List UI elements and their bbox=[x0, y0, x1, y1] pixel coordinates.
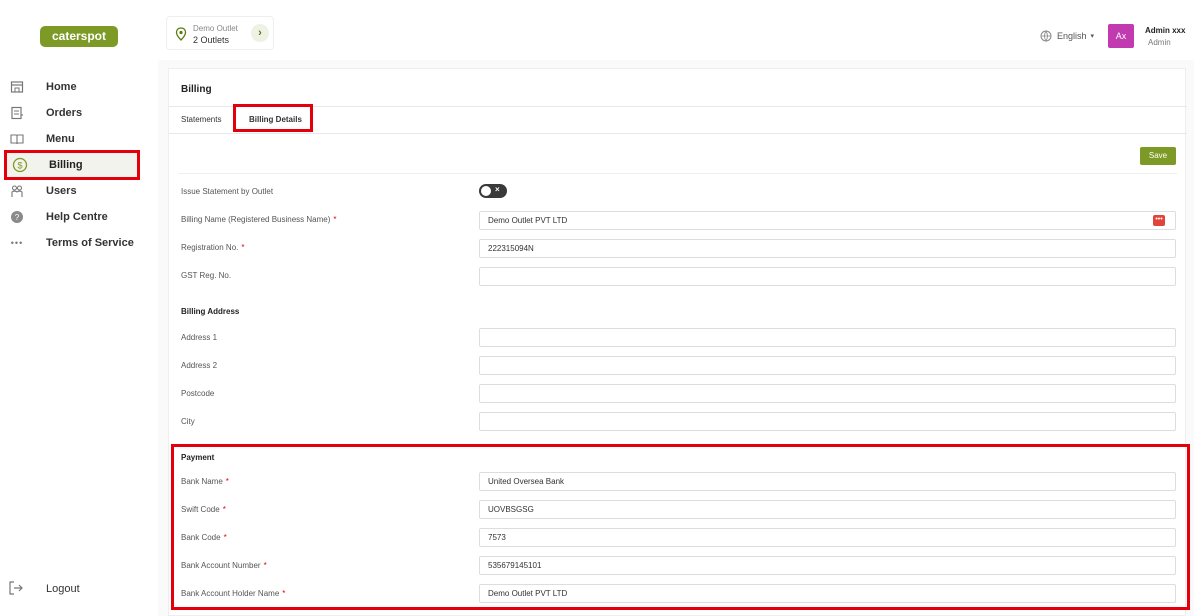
gst-reg-no-label: GST Reg. No. bbox=[181, 271, 232, 280]
dollar-icon: $ bbox=[11, 156, 29, 174]
city-label: City bbox=[181, 417, 195, 426]
help-icon: ? bbox=[8, 208, 26, 226]
address1-field[interactable] bbox=[479, 328, 1176, 347]
user-name: Admin xxx bbox=[1145, 26, 1186, 35]
store-icon bbox=[8, 78, 26, 96]
registration-no-field[interactable]: 222315094N bbox=[479, 239, 1176, 258]
sidebar-item-billing[interactable]: $ Billing bbox=[4, 150, 140, 180]
sidebar-item-help-centre[interactable]: ? Help Centre bbox=[4, 204, 140, 230]
location-pin-icon bbox=[175, 27, 187, 41]
divider bbox=[169, 106, 1187, 107]
tab-statements[interactable]: Statements bbox=[181, 115, 221, 124]
registration-no-label: Registration No. * bbox=[181, 243, 245, 252]
billing-address-title: Billing Address bbox=[181, 307, 240, 316]
svg-text:?: ? bbox=[15, 213, 20, 222]
billing-name-label: Billing Name (Registered Business Name) * bbox=[181, 215, 337, 224]
chevron-right-icon[interactable]: › bbox=[251, 24, 269, 42]
sidebar-item-label: Orders bbox=[46, 107, 83, 119]
sidebar-item-label: Terms of Service bbox=[46, 237, 134, 249]
logout-label: Logout bbox=[46, 583, 80, 595]
more-icon[interactable]: ••• bbox=[1153, 215, 1165, 226]
avatar[interactable]: Ax bbox=[1108, 24, 1134, 48]
globe-icon bbox=[1040, 30, 1052, 42]
sidebar-item-terms[interactable]: ••• Terms of Service bbox=[4, 230, 140, 256]
caret-down-icon: ▾ bbox=[1090, 33, 1095, 40]
user-role: Admin bbox=[1148, 38, 1171, 47]
save-button[interactable]: Save bbox=[1140, 147, 1176, 165]
receipt-icon bbox=[8, 104, 26, 122]
city-field[interactable] bbox=[479, 412, 1176, 431]
postcode-field[interactable] bbox=[479, 384, 1176, 403]
outlet-selector[interactable]: Demo Outlet 2 Outlets › bbox=[166, 16, 274, 50]
caterspot-logo[interactable]: caterspot bbox=[40, 26, 118, 47]
close-icon: × bbox=[495, 185, 500, 194]
billing-name-field[interactable]: Demo Outlet PVT LTD ••• bbox=[479, 211, 1176, 230]
divider bbox=[179, 173, 1177, 174]
page-title: Billing bbox=[181, 84, 212, 95]
language-selector[interactable]: English ▾ bbox=[1040, 30, 1094, 42]
svg-text:$: $ bbox=[17, 161, 22, 171]
address2-label: Address 2 bbox=[181, 361, 218, 370]
language-label: English bbox=[1057, 31, 1087, 41]
divider bbox=[169, 133, 1187, 134]
logout-icon bbox=[8, 580, 26, 598]
outlet-count: 2 Outlets bbox=[193, 35, 230, 45]
sidebar-item-label: Billing bbox=[49, 159, 83, 171]
sidebar-item-menu[interactable]: Menu bbox=[4, 126, 140, 152]
payment-highlight-outline bbox=[171, 444, 1190, 610]
sidebar-item-label: Users bbox=[46, 185, 77, 197]
outlet-name: Demo Outlet bbox=[193, 24, 238, 33]
address2-field[interactable] bbox=[479, 356, 1176, 375]
issue-statement-toggle[interactable]: × bbox=[479, 184, 507, 198]
users-icon bbox=[8, 182, 26, 200]
tab-billing-details[interactable]: Billing Details bbox=[249, 115, 302, 124]
sidebar-item-users[interactable]: Users bbox=[4, 178, 140, 204]
toggle-knob bbox=[481, 186, 491, 196]
dots-icon: ••• bbox=[10, 238, 24, 248]
sidebar-item-label: Help Centre bbox=[46, 211, 108, 223]
sidebar: caterspot Home Orders Menu $ Billing Use… bbox=[0, 0, 148, 616]
sidebar-item-label: Home bbox=[46, 81, 77, 93]
gst-reg-no-field[interactable] bbox=[479, 267, 1176, 286]
issue-statement-label: Issue Statement by Outlet bbox=[181, 187, 274, 196]
sidebar-item-home[interactable]: Home bbox=[4, 74, 140, 100]
sidebar-item-orders[interactable]: Orders bbox=[4, 100, 140, 126]
sidebar-item-label: Menu bbox=[46, 133, 75, 145]
address1-label: Address 1 bbox=[181, 333, 218, 342]
logout-button[interactable]: Logout bbox=[8, 580, 80, 598]
book-icon bbox=[8, 130, 26, 148]
postcode-label: Postcode bbox=[181, 389, 215, 398]
